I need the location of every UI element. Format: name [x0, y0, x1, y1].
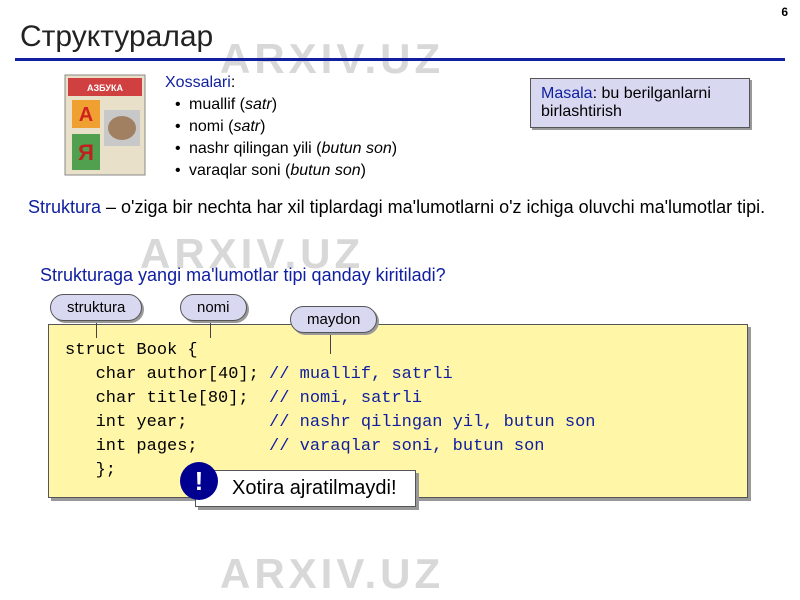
- question-heading: Strukturaga yangi ma'lumotlar tipi qanda…: [40, 265, 446, 286]
- title-underline: [15, 58, 785, 61]
- property-item: •nomi (satr): [175, 116, 397, 138]
- page-number: 6: [781, 5, 788, 19]
- svg-text:А: А: [79, 104, 93, 126]
- properties-list: Xossalari: •muallif (satr) •nomi (satr) …: [165, 72, 397, 182]
- book-cover-image: АЗБУКА А Я: [60, 70, 150, 180]
- svg-text:Я: Я: [78, 140, 94, 165]
- warning-callout: Xotira ajratilmaydi!: [195, 470, 416, 507]
- property-item: •muallif (satr): [175, 94, 397, 116]
- label-struktura: struktura: [50, 294, 142, 321]
- watermark: ARXIV.UZ: [220, 550, 444, 598]
- definition-paragraph: Struktura – o'ziga bir nechta har xil ti…: [28, 195, 772, 219]
- task-callout: Masala: bu berilganlarni birlashtirish: [530, 78, 750, 128]
- label-maydon: maydon: [290, 306, 377, 333]
- connector-line: [210, 318, 211, 338]
- definition-text: – o'ziga bir nechta har xil tiplardagi m…: [101, 197, 765, 217]
- warning-badge-icon: !: [180, 462, 218, 500]
- svg-text:АЗБУКА: АЗБУКА: [87, 83, 123, 93]
- task-label: Masala: [541, 85, 593, 102]
- property-item: •nashr qilingan yili (butun son): [175, 138, 397, 160]
- slide-title: Структуралар: [20, 20, 213, 54]
- connector-line: [96, 318, 97, 338]
- definition-term: Struktura: [28, 197, 101, 217]
- property-item: •varaqlar soni (butun son): [175, 160, 397, 182]
- connector-line: [330, 330, 331, 354]
- label-nomi: nomi: [180, 294, 247, 321]
- properties-label: Xossalari: [165, 74, 231, 91]
